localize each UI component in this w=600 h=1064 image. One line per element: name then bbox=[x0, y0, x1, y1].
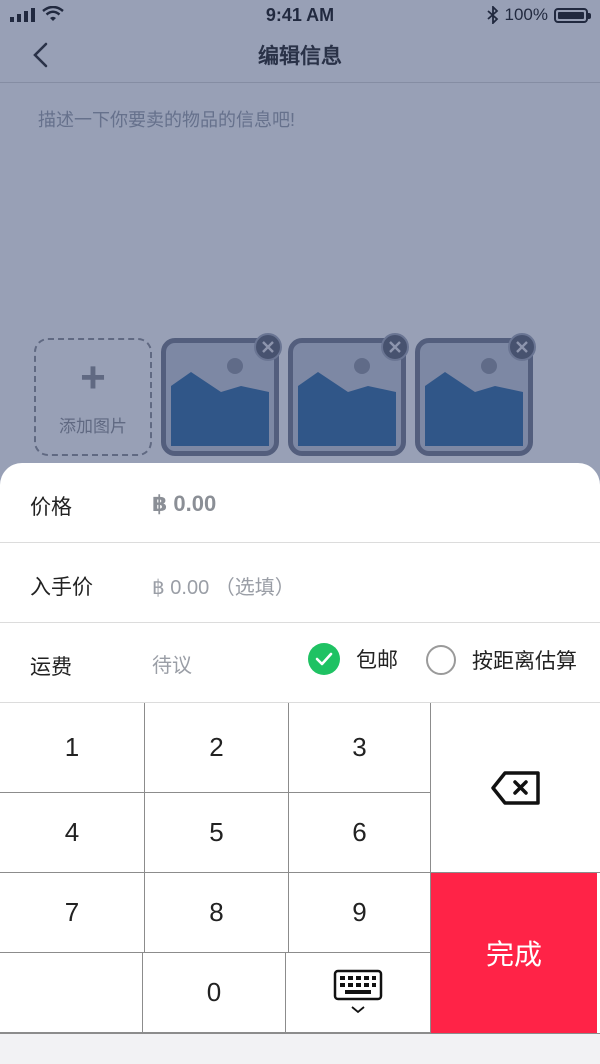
key-5[interactable]: 5 bbox=[145, 793, 289, 873]
shipping-input[interactable]: 待议 bbox=[152, 649, 192, 678]
key-4[interactable]: 4 bbox=[0, 793, 145, 873]
key-empty bbox=[0, 953, 143, 1033]
key-0[interactable]: 0 bbox=[143, 953, 286, 1033]
free-shipping-label: 包邮 bbox=[356, 649, 398, 672]
shipping-label: 运费 bbox=[30, 656, 72, 679]
key-1[interactable]: 1 bbox=[0, 703, 145, 793]
key-9[interactable]: 9 bbox=[289, 873, 431, 953]
distance-shipping-option[interactable]: 按距离估算 bbox=[426, 645, 577, 675]
keyboard-hide-icon bbox=[333, 969, 383, 1013]
key-7[interactable]: 7 bbox=[0, 873, 145, 953]
key-2[interactable]: 2 bbox=[145, 703, 289, 793]
key-3[interactable]: 3 bbox=[289, 703, 431, 793]
done-button[interactable]: 完成 bbox=[431, 873, 597, 1033]
original-price-label: 入手价 bbox=[30, 576, 93, 599]
free-shipping-option[interactable]: 包邮 bbox=[308, 643, 398, 675]
key-8[interactable]: 8 bbox=[145, 873, 289, 953]
backspace-icon bbox=[490, 770, 540, 805]
price-sheet: 价格 ฿ 0.00 入手价 ฿ 0.00 （选填） 运费 待议 包邮 按距离估算… bbox=[0, 463, 600, 1064]
check-circle-icon bbox=[308, 643, 340, 675]
numeric-keypad: 1 2 3 4 5 6 7 8 9 0 完成 bbox=[0, 703, 600, 1033]
original-price-row: 入手价 bbox=[0, 543, 600, 623]
radio-empty-icon bbox=[426, 645, 456, 675]
distance-shipping-label: 按距离估算 bbox=[472, 650, 577, 673]
home-indicator-area bbox=[0, 1033, 600, 1064]
price-label: 价格 bbox=[30, 496, 72, 519]
key-6[interactable]: 6 bbox=[289, 793, 431, 873]
price-row: 价格 bbox=[0, 463, 600, 543]
price-input[interactable]: ฿ 0.00 bbox=[152, 491, 216, 517]
backspace-key[interactable] bbox=[431, 703, 600, 873]
original-price-input[interactable]: ฿ 0.00 （选填） bbox=[152, 571, 295, 600]
hide-keyboard-key[interactable] bbox=[286, 953, 431, 1033]
